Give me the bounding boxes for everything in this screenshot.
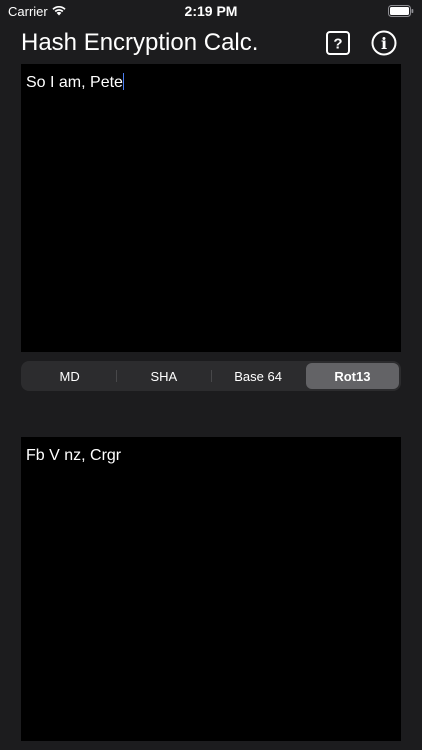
segment-base64[interactable]: Base 64 <box>212 363 305 389</box>
status-time: 2:19 PM <box>184 3 238 19</box>
segment-sha[interactable]: SHA <box>117 363 210 389</box>
output-text: Fb V nz, Crgr <box>26 447 122 464</box>
help-icon-glyph: ? <box>333 36 342 53</box>
input-text: So I am, Pete <box>26 74 123 91</box>
output-text-area[interactable]: Fb V nz, Crgr <box>21 437 401 741</box>
segment-md[interactable]: MD <box>23 363 116 389</box>
text-cursor <box>122 73 124 90</box>
help-icon: ? <box>326 31 350 55</box>
input-text-area[interactable]: So I am, Pete <box>21 64 401 352</box>
segment-rot13[interactable]: Rot13 <box>305 363 399 389</box>
help-button[interactable]: ? <box>326 31 350 55</box>
algorithm-segmented-control: MD SHA Base 64 Rot13 <box>21 361 401 391</box>
battery-icon <box>388 5 414 17</box>
status-bar: Carrier 2:19 PM <box>0 0 422 24</box>
page-title: Hash Encryption Calc. <box>21 29 259 56</box>
info-icon-glyph: i <box>381 34 387 53</box>
info-button[interactable]: i <box>371 30 397 56</box>
info-icon: i <box>371 30 397 56</box>
